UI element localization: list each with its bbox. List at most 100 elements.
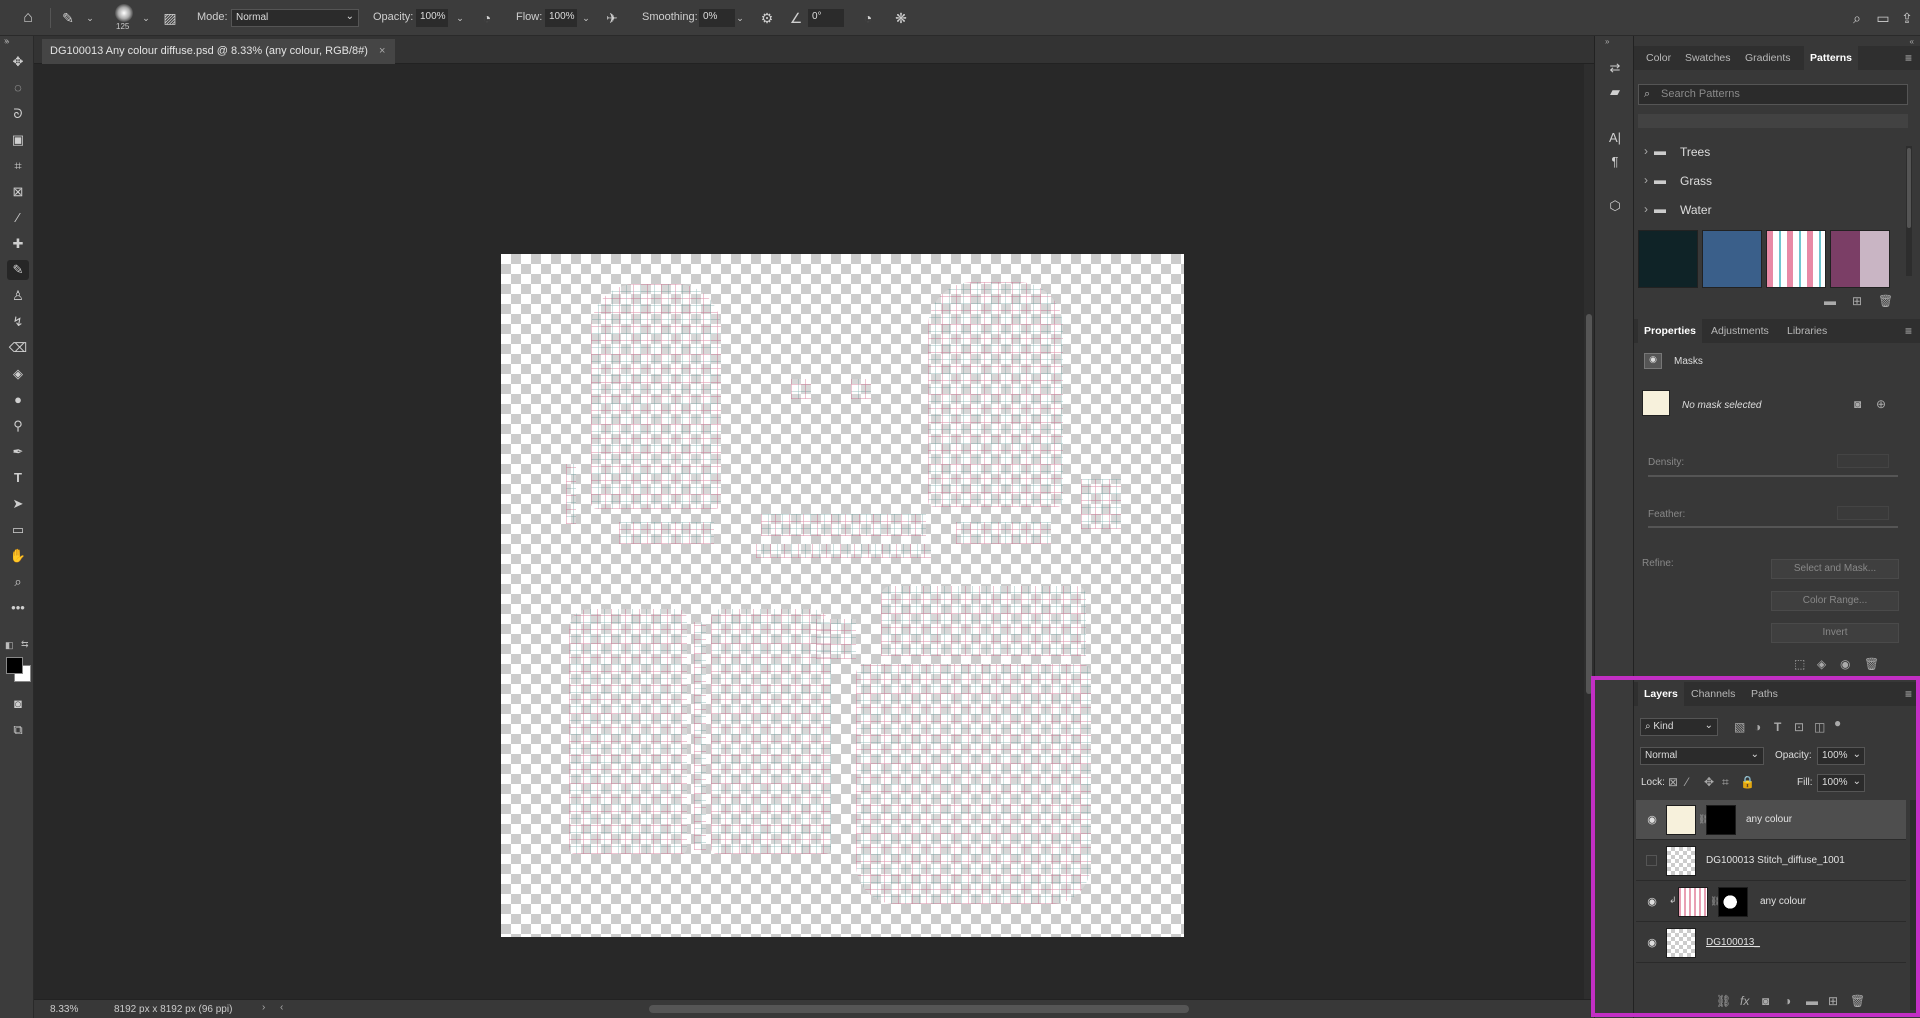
adjustment-layer-icon[interactable]: ◑ [1784, 994, 1791, 1008]
eye-icon[interactable]: ◉ [1645, 936, 1659, 950]
chevron-down-icon[interactable]: ⌄ [576, 8, 596, 28]
feather-slider[interactable] [1648, 526, 1898, 528]
vertical-scrollbar[interactable] [1584, 64, 1594, 999]
pressure-opacity-icon[interactable]: ◔ [477, 8, 497, 28]
pen-tool-icon[interactable]: ✒ [7, 442, 29, 462]
path-select-tool-icon[interactable]: ➤ [7, 494, 29, 514]
tab-adjustments[interactable]: Adjustments [1711, 319, 1769, 343]
trash-icon[interactable]: 🗑 [1864, 657, 1879, 671]
expand-icon[interactable]: » [4, 36, 8, 45]
stamp-tool-icon[interactable]: ♙ [7, 286, 29, 306]
color-range-button[interactable]: Color Range... [1771, 591, 1899, 611]
workspace-icon[interactable]: ▭ [1873, 8, 1893, 28]
density-input[interactable] [1837, 454, 1889, 468]
flow-input[interactable]: 100% [545, 9, 577, 27]
collapse-icon[interactable]: » [1605, 37, 1609, 46]
filter-smart-object-icon[interactable]: ◫ [1814, 720, 1825, 734]
tab-layers[interactable]: Layers [1638, 682, 1684, 706]
lock-position-icon[interactable]: ✥ [1704, 775, 1714, 789]
layer-name[interactable]: DG100013_ [1706, 937, 1760, 948]
layer-row[interactable]: ◉ ↲ ⛓ any colour [1636, 882, 1906, 922]
object-select-tool-icon[interactable]: ▣ [7, 130, 29, 150]
pixel-mask-icon[interactable]: ◙ [1854, 397, 1861, 411]
chevron-right-icon[interactable]: › [1644, 144, 1648, 158]
close-icon[interactable]: × [379, 45, 385, 57]
chevron-right-icon[interactable]: › [262, 1002, 265, 1013]
brush-tool-icon[interactable]: ✎ [7, 260, 29, 280]
folder-row-trees[interactable]: › ▬ Trees [1634, 140, 1904, 164]
scrollbar-thumb[interactable] [1907, 148, 1911, 228]
pattern-swatch[interactable] [1638, 230, 1698, 288]
visibility-toggle[interactable] [1646, 855, 1657, 866]
chevron-down-icon[interactable]: ⌄ [136, 8, 156, 28]
opacity-input[interactable]: 100% [416, 9, 448, 27]
apply-mask-icon[interactable]: ◈ [1817, 657, 1826, 671]
horizontal-scrollbar-thumb[interactable] [649, 1005, 1189, 1013]
blend-mode-select[interactable]: Normal ⌄ [1640, 747, 1764, 765]
chevron-down-icon[interactable]: ⌄ [80, 8, 100, 28]
search-icon[interactable]: ⌕ [1847, 8, 1867, 28]
angle-input[interactable]: 0° [808, 9, 844, 27]
share-icon[interactable]: ⇪ [1897, 8, 1917, 28]
folder-row-grass[interactable]: › ▬ Grass [1634, 169, 1904, 193]
scrollbar-thumb[interactable] [1586, 314, 1592, 694]
gear-icon[interactable]: ⚙ [757, 8, 777, 28]
canvas-area[interactable] [34, 64, 1584, 999]
layer-row[interactable]: ◉ ⛓ any colour [1636, 800, 1906, 840]
foreground-color-swatch[interactable] [6, 657, 23, 674]
fill-input[interactable]: 100% ⌄ [1817, 774, 1865, 792]
link-layers-icon[interactable]: ⛓ [1716, 994, 1731, 1008]
healing-brush-tool-icon[interactable]: ✚ [7, 234, 29, 254]
filter-type-icon[interactable]: T [1774, 720, 1781, 734]
filter-toggle-icon[interactable]: ● [1834, 716, 1841, 730]
layer-name[interactable]: any colour [1746, 814, 1792, 825]
layers-scrollbar[interactable] [1910, 800, 1916, 1010]
chevron-right-icon[interactable]: › [1644, 202, 1648, 216]
screen-mode-icon[interactable]: ⧉ [7, 720, 29, 740]
zoom-level[interactable]: 8.33% [50, 1004, 78, 1015]
tab-gradients[interactable]: Gradients [1745, 46, 1791, 70]
panel-menu-icon[interactable]: ≡ [1905, 51, 1912, 65]
quick-mask-icon[interactable]: ◙ [7, 694, 29, 714]
fx-icon[interactable]: fx [1740, 994, 1749, 1008]
chevron-down-icon[interactable]: ⌄ [730, 8, 750, 28]
lock-all-icon[interactable]: 🔒 [1740, 775, 1755, 789]
filter-pixel-icon[interactable]: ▧ [1734, 720, 1745, 734]
swap-colors-icon[interactable]: ⇆ [21, 639, 29, 650]
new-pattern-icon[interactable]: ⊞ [1852, 294, 1862, 308]
eye-icon[interactable]: ◉ [1840, 657, 1850, 671]
panel-menu-icon[interactable]: ≡ [1905, 687, 1912, 701]
eye-icon[interactable]: ◉ [1645, 813, 1659, 827]
default-colors-icon[interactable]: ◧ [5, 640, 14, 651]
paint-bucket-tool-icon[interactable]: ◈ [7, 364, 29, 384]
eye-icon[interactable]: ◉ [1645, 895, 1659, 909]
move-tool-icon[interactable]: ✥ [7, 52, 29, 72]
symmetry-icon[interactable]: ❋ [891, 8, 911, 28]
patterns-scrollbar[interactable] [1906, 146, 1912, 276]
pattern-search-input[interactable]: Search Patterns [1638, 84, 1908, 105]
paragraph-icon[interactable]: ¶ [1605, 152, 1625, 172]
document-canvas[interactable] [501, 254, 1184, 937]
pressure-size-icon[interactable]: ◔ [858, 8, 878, 28]
tab-properties[interactable]: Properties [1638, 319, 1702, 343]
lock-artboard-icon[interactable]: ⌗ [1722, 775, 1729, 790]
layer-opacity-input[interactable]: 100% ⌄ [1817, 747, 1865, 765]
pattern-swatch[interactable] [1830, 230, 1890, 288]
chevron-right-icon[interactable]: › [1644, 173, 1648, 187]
layer-row[interactable]: ◉ DG100013_ [1636, 923, 1906, 963]
history-icon[interactable]: ⇄ [1605, 58, 1625, 78]
layer-mask-thumbnail[interactable] [1718, 887, 1748, 917]
new-group-icon[interactable]: ▬ [1824, 294, 1836, 308]
3d-icon[interactable]: ⬡ [1605, 196, 1625, 216]
collapse-icon[interactable]: « [1910, 37, 1914, 46]
tab-paths[interactable]: Paths [1751, 682, 1778, 706]
dodge-tool-icon[interactable]: ⚲ [7, 416, 29, 436]
crop-tool-icon[interactable]: ⌗ [7, 156, 29, 176]
type-tool-icon[interactable]: T [7, 468, 29, 488]
chevron-left-icon[interactable]: ‹ [280, 1002, 283, 1013]
eraser-tool-icon[interactable]: ⌫ [7, 338, 29, 358]
filter-shape-icon[interactable]: ⊡ [1794, 720, 1804, 734]
invert-button[interactable]: Invert [1771, 623, 1899, 643]
new-layer-icon[interactable]: ⊞ [1828, 994, 1838, 1008]
rectangle-tool-icon[interactable]: ▭ [7, 520, 29, 540]
